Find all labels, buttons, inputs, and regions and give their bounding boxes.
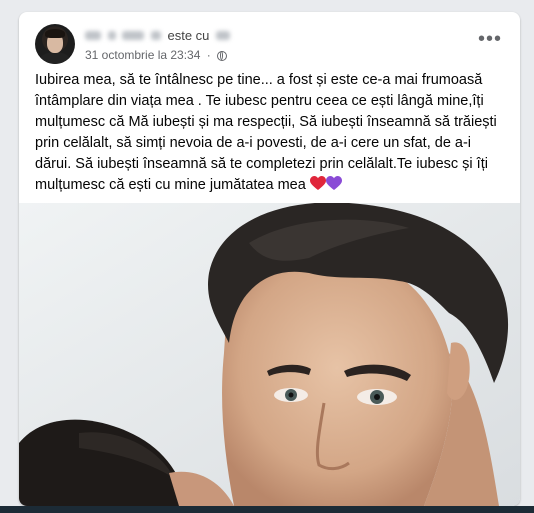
photo-image [19, 203, 520, 506]
author-avatar[interactable] [35, 24, 75, 64]
meta-separator: · [206, 48, 211, 62]
more-options-icon[interactable]: ••• [476, 28, 504, 56]
bottom-bar [0, 506, 534, 513]
post-header: este cu 31 octombrie la 23:34 · ••• [35, 24, 504, 66]
post-text: Iubirea mea, să te întâlnesc pe tine... … [35, 70, 509, 198]
blurred-tagged-name [216, 31, 231, 41]
purple-heart-emoji [325, 176, 342, 198]
post-card: este cu 31 octombrie la 23:34 · ••• Iubi… [19, 12, 520, 506]
blurred-author-name [85, 31, 101, 41]
post-meta: 31 octombrie la 23:34 · [85, 48, 228, 62]
red-heart-emoji [309, 176, 326, 198]
post-timestamp[interactable]: 31 octombrie la 23:34 [85, 48, 200, 62]
tagged-text: este cu [167, 28, 210, 44]
post-photo[interactable] [19, 203, 520, 506]
globe-icon[interactable] [217, 51, 228, 61]
author-name-line[interactable]: este cu [85, 27, 233, 43]
post-body: Iubirea mea, să te întâlnesc pe tine... … [35, 72, 497, 193]
